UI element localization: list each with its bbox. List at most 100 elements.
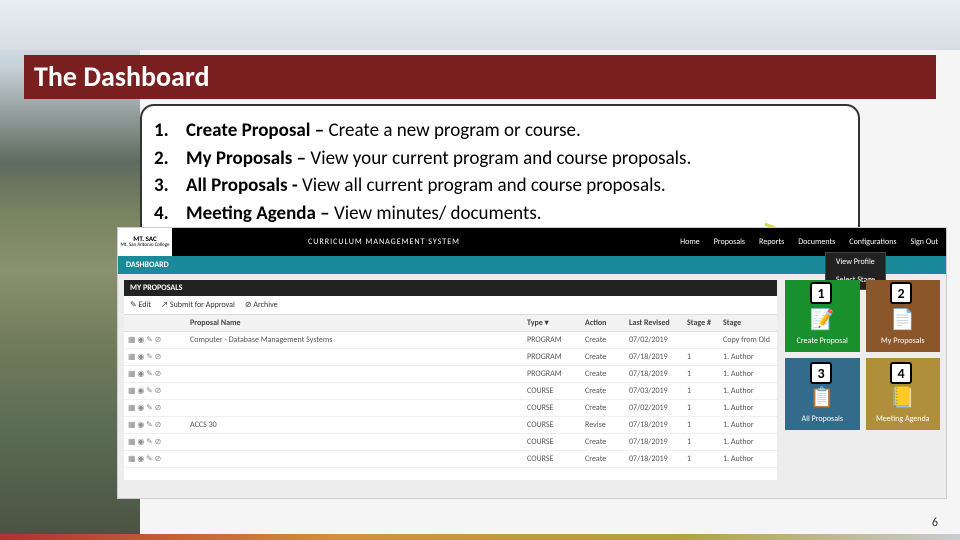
table-row[interactable]: ▦ ◉ ✎ ⊘ COURSECreate07/18/201911. Author (124, 451, 777, 468)
explain-item-3: 3. All Proposals - View all current prog… (154, 173, 842, 199)
my-proposals-panel: MY PROPOSALS ✎ Edit ↗ Submit for Approva… (124, 280, 777, 480)
explain-item-1: 1. Create Proposal – Create a new progra… (154, 118, 842, 144)
dropdown-view-profile[interactable]: View Profile (826, 253, 885, 271)
cell-proposal-name: Computer - Database Management Systems (186, 332, 523, 349)
nav-home[interactable]: Home (680, 237, 700, 247)
annotation-badge-3: 3 (810, 362, 832, 384)
app-logo: MT. SAC Mt. San Antonio College (118, 228, 172, 256)
cell-stage: 1. Author (719, 400, 777, 417)
cell-stage-num: 1 (683, 366, 719, 383)
cell-proposal-name (186, 451, 523, 468)
cell-type: PROGRAM (523, 366, 581, 383)
cell-stage-num: 1 (683, 349, 719, 366)
cell-stage-num (683, 332, 719, 349)
cell-action: Create (581, 349, 625, 366)
cell-stage: 1. Author (719, 383, 777, 400)
cell-type: COURSE (523, 434, 581, 451)
cell-stage-num: 1 (683, 383, 719, 400)
nav-links: Home Proposals Reports Documents Configu… (680, 237, 938, 247)
cell-stage-num: 1 (683, 451, 719, 468)
cell-stage: 1. Author (719, 451, 777, 468)
archive-button[interactable]: ⊘ Archive (245, 300, 278, 310)
row-action-icons[interactable]: ▦ ◉ ✎ ⊘ (128, 420, 182, 430)
document-icon: 📄 (890, 307, 915, 332)
table-row[interactable]: ▦ ◉ ✎ ⊘ACCS 30COURSERevise07/18/201911. … (124, 417, 777, 434)
cell-type: COURSE (523, 451, 581, 468)
cell-date: 07/02/2019 (625, 332, 683, 349)
cell-date: 07/18/2019 (625, 417, 683, 434)
cell-action: Create (581, 434, 625, 451)
nav-reports[interactable]: Reports (759, 237, 784, 247)
edit-button[interactable]: ✎ Edit (130, 300, 151, 310)
cell-stage: 1. Author (719, 434, 777, 451)
nav-documents[interactable]: Documents (798, 237, 835, 247)
cell-type: COURSE (523, 400, 581, 417)
explain-num: 1. (154, 118, 176, 144)
table-row[interactable]: ▦ ◉ ✎ ⊘PROGRAMCreate07/18/201911. Author (124, 349, 777, 366)
cell-date: 07/18/2019 (625, 366, 683, 383)
cell-proposal-name (186, 434, 523, 451)
panel-title: MY PROPOSALS (124, 280, 777, 296)
table-row[interactable]: ▦ ◉ ✎ ⊘ COURSECreate07/02/201911. Author (124, 400, 777, 417)
cell-stage-num: 1 (683, 400, 719, 417)
panel-actions: ✎ Edit ↗ Submit for Approval ⊘ Archive (124, 296, 777, 314)
cell-type: PROGRAM (523, 332, 581, 349)
cell-action: Create (581, 451, 625, 468)
app-navbar: MT. SAC Mt. San Antonio College CURRICUL… (118, 228, 946, 256)
tile-label: My Proposals (881, 336, 925, 346)
row-action-icons[interactable]: ▦ ◉ ✎ ⊘ (128, 369, 182, 379)
page-number: 6 (932, 516, 938, 530)
cell-stage: 1. Author (719, 417, 777, 434)
cell-proposal-name: ACCS 30 (186, 417, 523, 434)
cell-action: Create (581, 400, 625, 417)
proposals-table: Proposal Name Type ▾ Action Last Revised… (124, 314, 777, 468)
cell-stage-num: 1 (683, 434, 719, 451)
cell-date: 07/18/2019 (625, 451, 683, 468)
page-title: The Dashboard (24, 55, 936, 99)
cell-stage: Copy from Old (719, 332, 777, 349)
cell-action: Create (581, 332, 625, 349)
cell-action: Create (581, 383, 625, 400)
cell-action: Revise (581, 417, 625, 434)
submit-for-approval-button[interactable]: ↗ Submit for Approval (161, 300, 235, 310)
cell-proposal-name (186, 400, 523, 417)
notebook-icon: 📒 (890, 385, 915, 410)
tile-label: Create Proposal (797, 336, 848, 346)
cell-stage-num: 1 (683, 417, 719, 434)
explain-num: 4. (154, 201, 176, 227)
cell-proposal-name (186, 383, 523, 400)
table-row[interactable]: ▦ ◉ ✎ ⊘PROGRAMCreate07/18/201911. Author (124, 366, 777, 383)
table-row[interactable]: ▦ ◉ ✎ ⊘ COURSECreate07/03/201911. Author (124, 383, 777, 400)
cell-stage: 1. Author (719, 349, 777, 366)
tile-label: Meeting Agenda (876, 414, 930, 424)
row-action-icons[interactable]: ▦ ◉ ✎ ⊘ (128, 437, 182, 447)
cell-proposal-name (186, 349, 523, 366)
explanation-box: 1. Create Proposal – Create a new progra… (140, 104, 860, 241)
table-row[interactable]: ▦ ◉ ✎ ⊘ Computer - Database Management Sy… (124, 332, 777, 349)
row-action-icons[interactable]: ▦ ◉ ✎ ⊘ (128, 335, 182, 345)
nav-proposals[interactable]: Proposals (714, 237, 745, 247)
background-sky (0, 0, 960, 50)
annotation-badge-1: 1 (810, 282, 832, 304)
clipboard-icon: 📋 (810, 385, 835, 410)
nav-signout[interactable]: Sign Out (911, 237, 938, 247)
breadcrumb-bar: DASHBOARD (118, 256, 946, 274)
table-header-row: Proposal Name Type ▾ Action Last Revised… (124, 315, 777, 332)
nav-configurations[interactable]: Configurations (849, 237, 896, 247)
cell-date: 07/18/2019 (625, 349, 683, 366)
row-action-icons[interactable]: ▦ ◉ ✎ ⊘ (128, 386, 182, 396)
table-row[interactable]: ▦ ◉ ✎ ⊘COURSECreate07/18/201911. Author (124, 434, 777, 451)
explain-item-2: 2. My Proposals – View your current prog… (154, 146, 842, 172)
cell-date: 07/03/2019 (625, 383, 683, 400)
explain-num: 2. (154, 146, 176, 172)
cell-type: COURSE (523, 383, 581, 400)
cell-stage: 1. Author (719, 366, 777, 383)
row-action-icons[interactable]: ▦ ◉ ✎ ⊘ (128, 454, 182, 464)
dashboard-tiles: 📝 Create Proposal 📄 My Proposals 📋 All P… (785, 280, 940, 480)
annotation-badge-4: 4 (890, 362, 912, 384)
row-action-icons[interactable]: ▦ ◉ ✎ ⊘ (128, 352, 182, 362)
explain-text: My Proposals – View your current program… (186, 146, 691, 172)
cell-date: 07/02/2019 (625, 400, 683, 417)
row-action-icons[interactable]: ▦ ◉ ✎ ⊘ (128, 403, 182, 413)
annotation-badge-2: 2 (890, 282, 912, 304)
